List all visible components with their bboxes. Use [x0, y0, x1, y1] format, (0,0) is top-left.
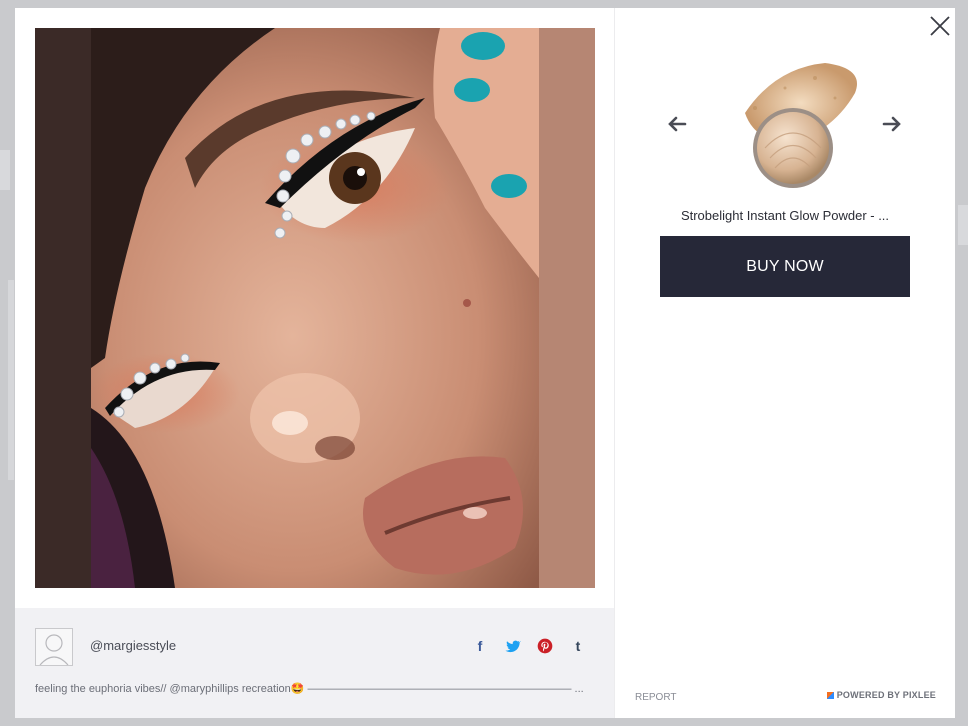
- arrow-right-icon: [882, 116, 901, 132]
- ugc-photo: [35, 28, 595, 588]
- powered-by-link[interactable]: POWERED BY PIXLEE: [826, 690, 936, 700]
- author-bar: @margiesstyle f t feeling the euphoria v…: [15, 608, 614, 718]
- powered-by-label: POWERED BY PIXLEE: [836, 690, 936, 700]
- highlighter-compact-icon: [745, 63, 857, 188]
- avatar[interactable]: [35, 628, 73, 666]
- backdrop-shape: [958, 205, 968, 245]
- twitter-icon: [505, 640, 522, 653]
- makeup-photo-illustration: [35, 28, 595, 588]
- pixlee-logo-icon: [826, 692, 834, 699]
- twitter-share-icon[interactable]: [505, 638, 522, 654]
- lightbox-modal: @margiesstyle f t feeling the euphoria v…: [15, 8, 955, 718]
- buy-now-button[interactable]: BUY NOW: [660, 236, 910, 297]
- close-button[interactable]: [928, 14, 952, 38]
- product-name[interactable]: Strobelight Instant Glow Powder - ...: [660, 208, 910, 223]
- carousel-next-button[interactable]: [882, 116, 902, 132]
- pinterest-share-icon[interactable]: [537, 638, 553, 654]
- product-image[interactable]: [715, 48, 865, 198]
- media-pane: @margiesstyle f t feeling the euphoria v…: [15, 8, 614, 718]
- close-icon: [930, 16, 950, 36]
- tumblr-share-icon[interactable]: t: [570, 638, 586, 654]
- post-caption: feeling the euphoria vibes// @maryphilli…: [35, 683, 584, 695]
- backdrop-shape: [0, 150, 10, 190]
- product-carousel: [655, 48, 925, 198]
- facebook-share-icon[interactable]: f: [472, 638, 488, 654]
- report-link[interactable]: REPORT: [635, 692, 677, 703]
- backdrop-shape: [8, 280, 14, 480]
- author-username[interactable]: @margiesstyle: [90, 638, 176, 653]
- user-icon: [39, 634, 69, 666]
- product-pane: Strobelight Instant Glow Powder - ... BU…: [614, 8, 955, 718]
- carousel-prev-button[interactable]: [667, 116, 687, 132]
- arrow-left-icon: [668, 116, 687, 132]
- pinterest-icon: [537, 638, 553, 654]
